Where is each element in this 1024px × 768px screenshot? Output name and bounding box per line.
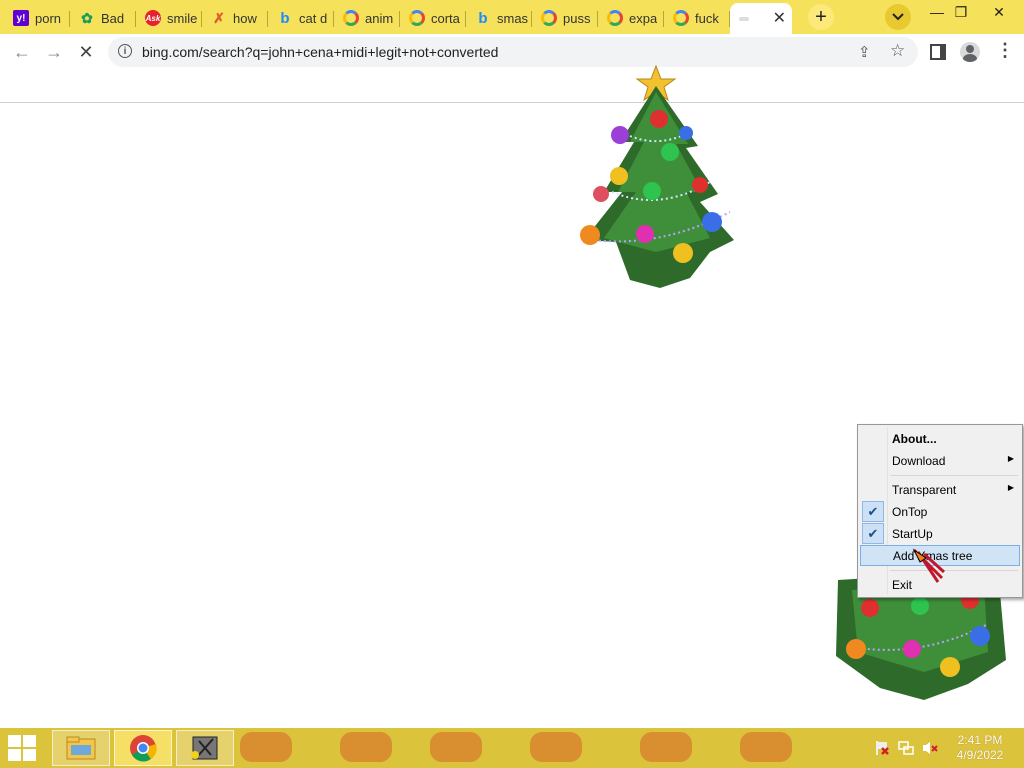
taskbar-clock[interactable]: 2:41 PM 4/9/2022 — [950, 733, 1010, 763]
menu-item-label: OnTop — [892, 504, 928, 519]
close-tab-icon[interactable]: ✕ — [773, 8, 786, 28]
how-site-icon: ✗ — [213, 9, 225, 26]
wallpaper-blob — [430, 732, 482, 762]
tab-smile[interactable]: Ask smile — [136, 3, 202, 33]
tab-porn[interactable]: y! porn — [4, 3, 70, 33]
network-icon[interactable] — [898, 740, 914, 756]
close-window-button[interactable]: ✕ — [984, 0, 1014, 24]
menu-item-startup[interactable]: ✔ StartUp — [860, 523, 1020, 544]
tab-title: fuck — [695, 10, 719, 26]
submenu-arrow-icon: ▶ — [1007, 483, 1014, 492]
chrome-icon — [130, 735, 157, 762]
google-icon — [409, 10, 425, 26]
menu-item-about[interactable]: About... — [860, 428, 1020, 449]
tab-strip: y! porn ✿ Bad Ask smile ✗ how b cat d an… — [0, 0, 1024, 35]
tab-title: corta — [431, 10, 460, 26]
google-icon — [343, 10, 359, 26]
tab-fuck[interactable]: fuck — [664, 3, 730, 33]
windows-logo-icon — [8, 749, 21, 761]
tab-search-button[interactable] — [885, 4, 911, 30]
site-info-icon[interactable]: i — [118, 44, 132, 58]
taskbar-xmas-tree-app[interactable] — [176, 730, 234, 766]
tab-anim[interactable]: anim — [334, 3, 400, 33]
wallpaper-blob — [740, 732, 792, 762]
menu-separator — [890, 475, 1018, 476]
submenu-arrow-icon: ▶ — [1007, 454, 1014, 463]
menu-item-label: Download — [892, 453, 946, 468]
tab-title: smile — [167, 10, 198, 26]
side-panel-icon[interactable] — [930, 44, 946, 60]
google-icon — [607, 10, 623, 26]
xmas-tree-icon[interactable] — [560, 52, 740, 292]
address-bar[interactable]: i bing.com/search?q=john+cena+midi+legit… — [108, 37, 918, 67]
tab-active-loading[interactable]: ✕ — [730, 3, 792, 35]
tab-list: y! porn ✿ Bad Ask smile ✗ how b cat d an… — [4, 2, 792, 35]
share-icon[interactable]: ⇪ — [858, 43, 871, 61]
back-button[interactable]: ← — [10, 40, 34, 64]
taskbar-chrome[interactable] — [114, 730, 172, 766]
ask-icon: Ask — [145, 10, 161, 26]
tab-title: porn — [35, 10, 62, 26]
browser-toolbar: ← → ✕ i bing.com/search?q=john+cena+midi… — [0, 34, 1024, 70]
menu-item-transparent[interactable]: Transparent ▶ — [860, 479, 1020, 500]
action-center-flag-icon[interactable] — [874, 740, 890, 756]
chrome-menu-icon[interactable]: ⋮ — [996, 40, 1014, 61]
start-button[interactable] — [8, 735, 38, 761]
page-divider — [0, 102, 1024, 103]
tab-title: how — [233, 10, 257, 26]
profile-avatar-icon[interactable] — [960, 42, 980, 62]
google-icon — [541, 10, 557, 26]
menu-item-download[interactable]: Download ▶ — [860, 450, 1020, 471]
wallpaper-blob — [530, 732, 582, 762]
tab-title: puss — [563, 10, 591, 26]
menu-item-label: Transparent — [892, 482, 957, 497]
menu-item-ontop[interactable]: ✔ OnTop — [860, 501, 1020, 522]
tab-title: Bad — [101, 10, 125, 26]
checkmark-icon: ✔ — [862, 523, 884, 544]
pointer-cursor-icon — [912, 548, 946, 583]
bing-icon: b — [280, 9, 290, 27]
yahoo-icon: y! — [13, 10, 29, 26]
menu-separator — [890, 570, 1018, 571]
tab-title: smas — [497, 10, 529, 26]
bookmark-star-icon[interactable]: ☆ — [890, 41, 905, 61]
wallpaper-blob — [640, 732, 692, 762]
url-text[interactable]: bing.com/search?q=john+cena+midi+legit+n… — [142, 44, 498, 60]
menu-item-label: About... — [892, 431, 937, 446]
menu-item-label: StartUp — [892, 526, 933, 541]
folder-icon — [66, 736, 96, 760]
forward-button[interactable]: → — [42, 40, 66, 64]
menu-item-label: Exit — [892, 577, 913, 592]
google-icon — [673, 10, 689, 26]
tab-expa[interactable]: expa — [598, 3, 664, 33]
tab-cat[interactable]: b cat d — [268, 3, 334, 33]
tab-puss[interactable]: puss — [532, 3, 598, 33]
taskbar: 2:41 PM 4/9/2022 — [0, 728, 1024, 768]
volume-muted-icon[interactable] — [922, 740, 938, 756]
stop-loading-button[interactable]: ✕ — [74, 40, 98, 64]
new-tab-button[interactable]: + — [808, 4, 834, 30]
taskbar-file-explorer[interactable] — [52, 730, 110, 766]
restore-button[interactable]: ❐ — [946, 0, 976, 24]
tab-title: expa — [629, 10, 658, 26]
bad-site-icon: ✿ — [81, 9, 93, 26]
windows-logo-icon — [23, 735, 36, 747]
bing-icon: b — [478, 9, 488, 27]
windows-logo-icon — [8, 735, 21, 747]
checkmark-icon: ✔ — [862, 501, 884, 522]
tab-title: cat d — [299, 10, 328, 26]
tab-bad[interactable]: ✿ Bad — [70, 3, 136, 33]
tab-smas[interactable]: b smas — [466, 3, 532, 33]
tab-title: anim — [365, 10, 394, 26]
tab-how[interactable]: ✗ how — [202, 3, 268, 33]
clock-time: 2:41 PM — [957, 733, 1003, 747]
wallpaper-blob — [240, 732, 292, 762]
loading-favicon-icon — [739, 17, 749, 21]
xmas-tree-app-icon — [191, 736, 218, 760]
clock-date: 4/9/2022 — [956, 748, 1004, 762]
wallpaper-blob — [340, 732, 392, 762]
chevron-down-icon — [892, 13, 904, 21]
tab-corta[interactable]: corta — [400, 3, 466, 33]
windows-logo-icon — [23, 749, 36, 761]
